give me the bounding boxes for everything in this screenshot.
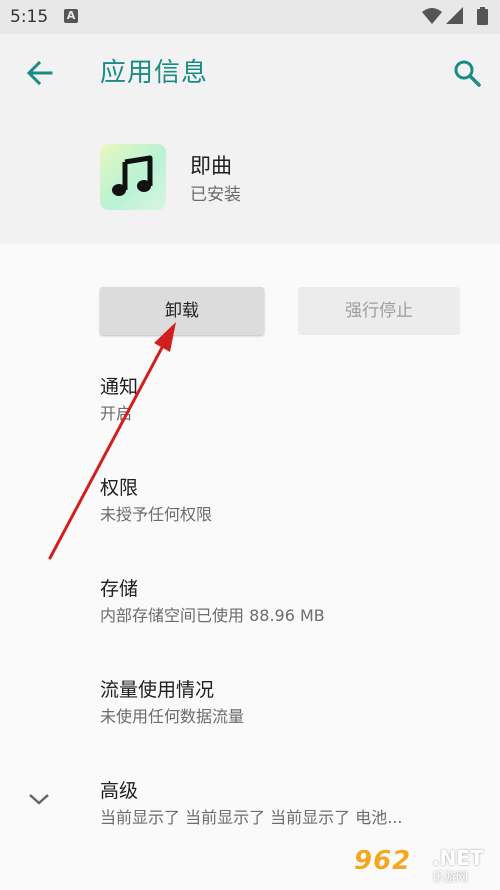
uninstall-button[interactable]: 卸载 [100, 287, 264, 335]
status-time: 5:15 [10, 7, 49, 27]
list-item-advanced[interactable]: 高级 当前显示了 当前显示了 当前显示了 电池... [100, 778, 470, 830]
list-item-permissions[interactable]: 权限 未授予任何权限 [100, 475, 470, 527]
music-note-icon [112, 155, 153, 196]
app-install-status: 已安装 [190, 185, 241, 205]
chevron-down-icon[interactable] [26, 790, 52, 808]
watermark: 962 .NET 乐游网 [354, 842, 494, 886]
list-item-storage[interactable]: 存储 内部存储空间已使用 88.96 MB [100, 576, 470, 628]
notification-a-icon: A [64, 9, 78, 23]
battery-icon [477, 7, 488, 25]
watermark-logo: 962 [354, 846, 412, 876]
item-summary: 开启 [100, 404, 133, 423]
status-icons [418, 7, 488, 27]
item-title: 存储 [100, 578, 139, 600]
back-button[interactable] [22, 56, 56, 90]
app-icon [100, 144, 166, 210]
item-title: 流量使用情况 [100, 679, 215, 701]
watermark-sub: 乐游网 [432, 870, 469, 884]
list-item-data-usage[interactable]: 流量使用情况 未使用任何数据流量 [100, 677, 470, 729]
page-title: 应用信息 [100, 58, 209, 88]
search-icon [454, 60, 481, 87]
signal-icon [446, 7, 463, 24]
watermark-net: .NET [432, 846, 484, 870]
item-summary: 未授予任何权限 [100, 505, 213, 524]
item-title: 通知 [100, 376, 139, 398]
app-info-content: 卸载 强行停止 通知 开启 权限 未授予任何权限 存储 内部存储空间已使用 88… [0, 244, 500, 890]
item-title: 权限 [100, 477, 139, 499]
force-stop-button: 强行停止 [298, 287, 460, 335]
list-item-notifications[interactable]: 通知 开启 [100, 374, 470, 426]
item-summary: 未使用任何数据流量 [100, 707, 245, 726]
arrow-left-icon [26, 60, 53, 86]
app-header: 应用信息 即曲 已安装 [0, 34, 500, 244]
app-name: 即曲 [190, 154, 232, 178]
wifi-icon [422, 8, 442, 24]
item-summary: 当前显示了 当前显示了 当前显示了 电池... [100, 808, 403, 827]
search-button[interactable] [450, 56, 484, 90]
item-title: 高级 [100, 780, 139, 802]
status-bar: 5:15 A [0, 0, 500, 34]
item-summary: 内部存储空间已使用 88.96 MB [100, 606, 325, 625]
